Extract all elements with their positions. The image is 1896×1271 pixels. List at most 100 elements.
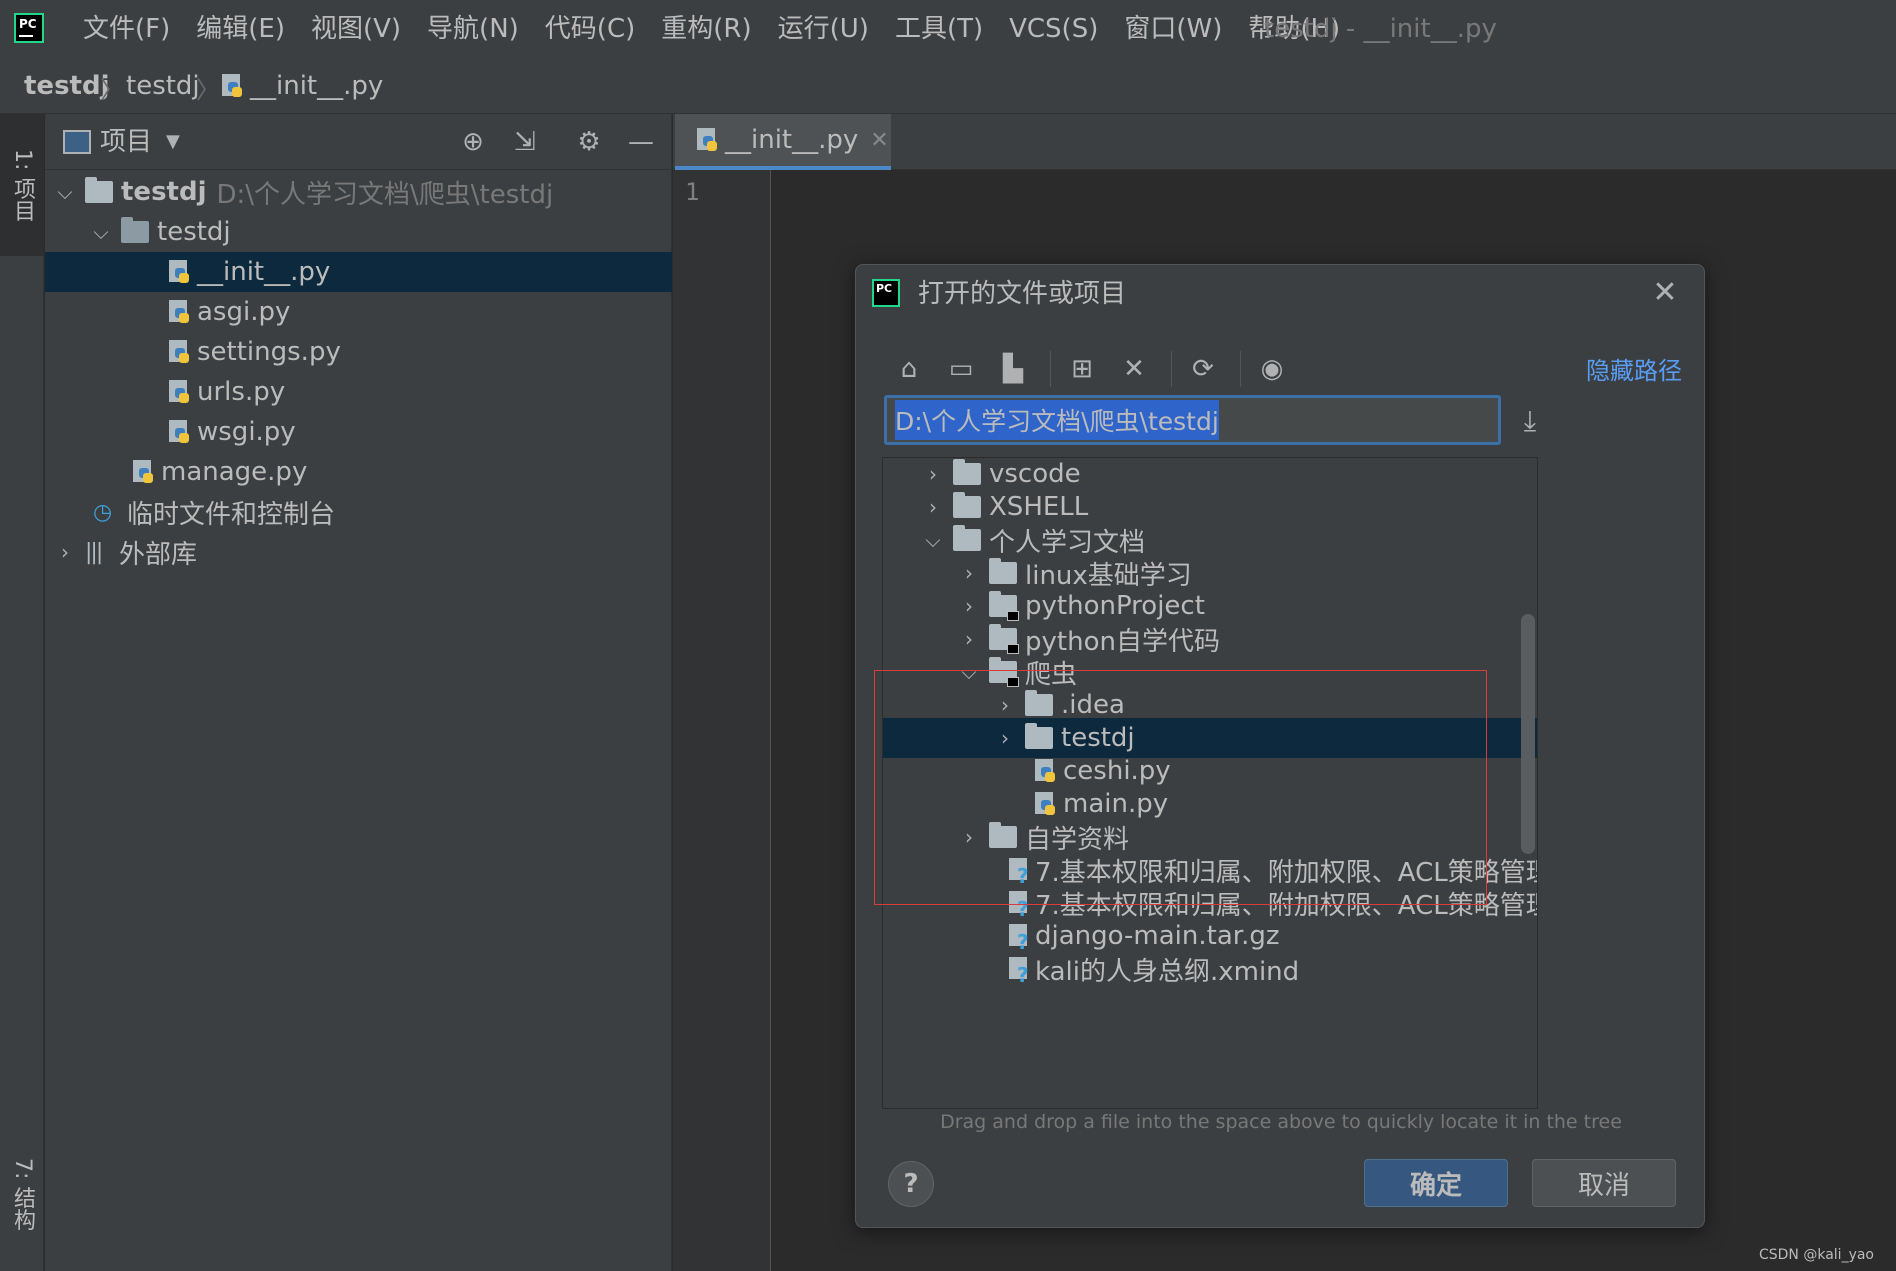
tree-item-scratches[interactable]: ◷ 临时文件和控制台 bbox=[45, 492, 672, 532]
menu-view[interactable]: 视图(V) bbox=[298, 10, 414, 48]
gear-icon[interactable]: ⚙ bbox=[571, 124, 607, 160]
watermark: CSDN @kali_yao bbox=[1758, 1247, 1874, 1263]
chevron-right-icon: › bbox=[929, 462, 937, 486]
tab-init-py[interactable]: __init__.py ✕ bbox=[675, 114, 891, 170]
editor-gutter: 1 bbox=[673, 170, 771, 1271]
tree-item[interactable]: ? kali的人身总纲.xmind bbox=[883, 949, 1537, 989]
chevron-right-icon: › bbox=[929, 495, 937, 519]
tree-item-asgi-py[interactable]: asgi.py bbox=[45, 292, 672, 332]
project-panel-header: 项目 ▼ ⊕ ⇲ ⚙ — bbox=[45, 114, 672, 170]
ok-button[interactable]: 确定 bbox=[1364, 1159, 1508, 1207]
window-title: testdj - __init__.py bbox=[1264, 14, 1497, 44]
pycharm-logo-icon: PC bbox=[14, 13, 44, 43]
help-button[interactable]: ? bbox=[888, 1161, 934, 1207]
project-folder-icon bbox=[989, 657, 1019, 687]
breadcrumb: testdj 〉 testdj 〉 __init__.py bbox=[0, 58, 1896, 114]
home-icon[interactable]: ⌂ bbox=[886, 347, 932, 391]
tree-item-init-py[interactable]: __init__.py bbox=[45, 252, 672, 292]
menu-tools[interactable]: 工具(T) bbox=[882, 10, 996, 48]
chevron-down-icon: ⌵ bbox=[93, 220, 109, 244]
file-tree: › vscode › XSHELL ⌵ 个人学习文档 › linux基础学习 ›… bbox=[882, 457, 1538, 1109]
folder-icon bbox=[989, 822, 1017, 848]
open-file-dialog: PC 打开的文件或项目 ✕ ⌂ ▭ ▙ ⊞ ✕ ⟳ ◉ 隐藏路径 D:\个人学习… bbox=[855, 264, 1705, 1228]
folder-icon bbox=[953, 525, 981, 551]
refresh-icon[interactable]: ⟳ bbox=[1180, 347, 1226, 391]
unknown-file-icon: ? bbox=[1007, 922, 1031, 954]
menu-edit[interactable]: 编辑(E) bbox=[183, 10, 298, 48]
folder-icon bbox=[1025, 690, 1053, 716]
project-view-selector[interactable]: 项目 ▼ bbox=[100, 124, 180, 160]
project-folder-icon[interactable]: ▙ bbox=[990, 347, 1036, 391]
chevron-right-icon: › bbox=[1001, 726, 1009, 750]
structure-tool-tab[interactable]: 7: 结构 bbox=[0, 1134, 44, 1254]
breadcrumb-file[interactable]: __init__.py bbox=[220, 68, 383, 104]
tree-item-project-root[interactable]: ⌵ testdj D:\个人学习文档\爬虫\testdj bbox=[45, 172, 672, 212]
python-file-icon bbox=[1033, 790, 1057, 818]
folder-icon bbox=[85, 177, 113, 203]
menu-refactor[interactable]: 重构(R) bbox=[648, 10, 764, 48]
menu-navigate[interactable]: 导航(N) bbox=[414, 10, 532, 48]
close-icon[interactable]: ✕ bbox=[1648, 275, 1682, 310]
breadcrumb-separator-icon: 〉 bbox=[100, 76, 124, 104]
line-number: 1 bbox=[685, 178, 700, 206]
menu-window[interactable]: 窗口(W) bbox=[1111, 10, 1235, 48]
python-file-icon bbox=[167, 378, 191, 406]
library-icon: ||| bbox=[85, 539, 103, 565]
tree-item-wsgi-py[interactable]: wsgi.py bbox=[45, 412, 672, 452]
vertical-scrollbar[interactable] bbox=[1521, 614, 1535, 854]
menu-run[interactable]: 运行(U) bbox=[765, 10, 882, 48]
unknown-file-icon: ? bbox=[1007, 856, 1031, 888]
tree-item-settings-py[interactable]: settings.py bbox=[45, 332, 672, 372]
tree-item-external-libraries[interactable]: › ||| 外部库 bbox=[45, 532, 672, 572]
package-folder-icon bbox=[121, 217, 149, 243]
path-input[interactable]: D:\个人学习文档\爬虫\testdj bbox=[884, 395, 1501, 445]
project-tool-tab[interactable]: 1: 项目 bbox=[0, 114, 44, 256]
dialog-toolbar: ⌂ ▭ ▙ ⊞ ✕ ⟳ ◉ bbox=[886, 345, 1301, 393]
hide-path-link[interactable]: 隐藏路径 bbox=[1586, 351, 1682, 386]
pycharm-logo-icon: PC bbox=[872, 279, 900, 307]
editor-tabs: __init__.py ✕ bbox=[673, 114, 1896, 170]
project-folder-icon bbox=[989, 624, 1019, 654]
breadcrumb-project[interactable]: testdj bbox=[24, 68, 110, 104]
close-icon[interactable]: ✕ bbox=[870, 128, 888, 153]
python-file-icon bbox=[167, 258, 191, 286]
unknown-file-icon: ? bbox=[1007, 955, 1031, 987]
locate-icon[interactable]: ⊕ bbox=[455, 124, 491, 160]
chevron-down-icon: ⌵ bbox=[961, 660, 977, 684]
collapse-all-icon[interactable]: ⇲ bbox=[507, 124, 543, 160]
folder-icon bbox=[1025, 723, 1053, 749]
minimize-icon[interactable]: — bbox=[623, 124, 659, 160]
tree-item-testdj-folder[interactable]: ⌵ testdj bbox=[45, 212, 672, 252]
delete-icon[interactable]: ✕ bbox=[1111, 347, 1157, 391]
chevron-right-icon: › bbox=[1001, 693, 1009, 717]
python-file-icon bbox=[167, 338, 191, 366]
folder-icon bbox=[953, 492, 981, 518]
folder-icon bbox=[989, 558, 1017, 584]
scratches-clock-icon: ◷ bbox=[93, 499, 113, 525]
unknown-file-icon: ? bbox=[1007, 889, 1031, 921]
show-hidden-icon[interactable]: ◉ bbox=[1249, 347, 1295, 391]
cancel-button[interactable]: 取消 bbox=[1532, 1159, 1676, 1207]
menu-file[interactable]: 文件(F) bbox=[70, 10, 183, 48]
dialog-title: 打开的文件或项目 bbox=[918, 279, 1127, 309]
breadcrumb-folder[interactable]: testdj bbox=[126, 68, 200, 104]
tree-item-urls-py[interactable]: urls.py bbox=[45, 372, 672, 412]
download-icon[interactable]: ⤓ bbox=[1510, 399, 1550, 443]
chevron-down-icon: ▼ bbox=[166, 131, 180, 152]
chevron-down-icon: ⌵ bbox=[925, 528, 941, 552]
desktop-icon[interactable]: ▭ bbox=[938, 347, 984, 391]
tool-window-stripe: 1: 项目 7: 结构 bbox=[0, 114, 44, 1271]
project-view-icon bbox=[63, 130, 91, 154]
menu-code[interactable]: 代码(C) bbox=[532, 10, 648, 48]
python-file-icon bbox=[131, 458, 155, 486]
menu-vcs[interactable]: VCS(S) bbox=[996, 10, 1111, 48]
chevron-right-icon: › bbox=[965, 627, 973, 651]
chevron-right-icon: › bbox=[61, 540, 69, 564]
chevron-right-icon: › bbox=[965, 825, 973, 849]
python-file-icon bbox=[167, 418, 191, 446]
python-file-icon bbox=[695, 126, 719, 154]
drag-drop-hint: Drag and drop a file into the space abov… bbox=[940, 1111, 1622, 1133]
new-folder-icon[interactable]: ⊞ bbox=[1059, 347, 1105, 391]
tree-item-manage-py[interactable]: manage.py bbox=[45, 452, 672, 492]
chevron-right-icon: › bbox=[965, 594, 973, 618]
